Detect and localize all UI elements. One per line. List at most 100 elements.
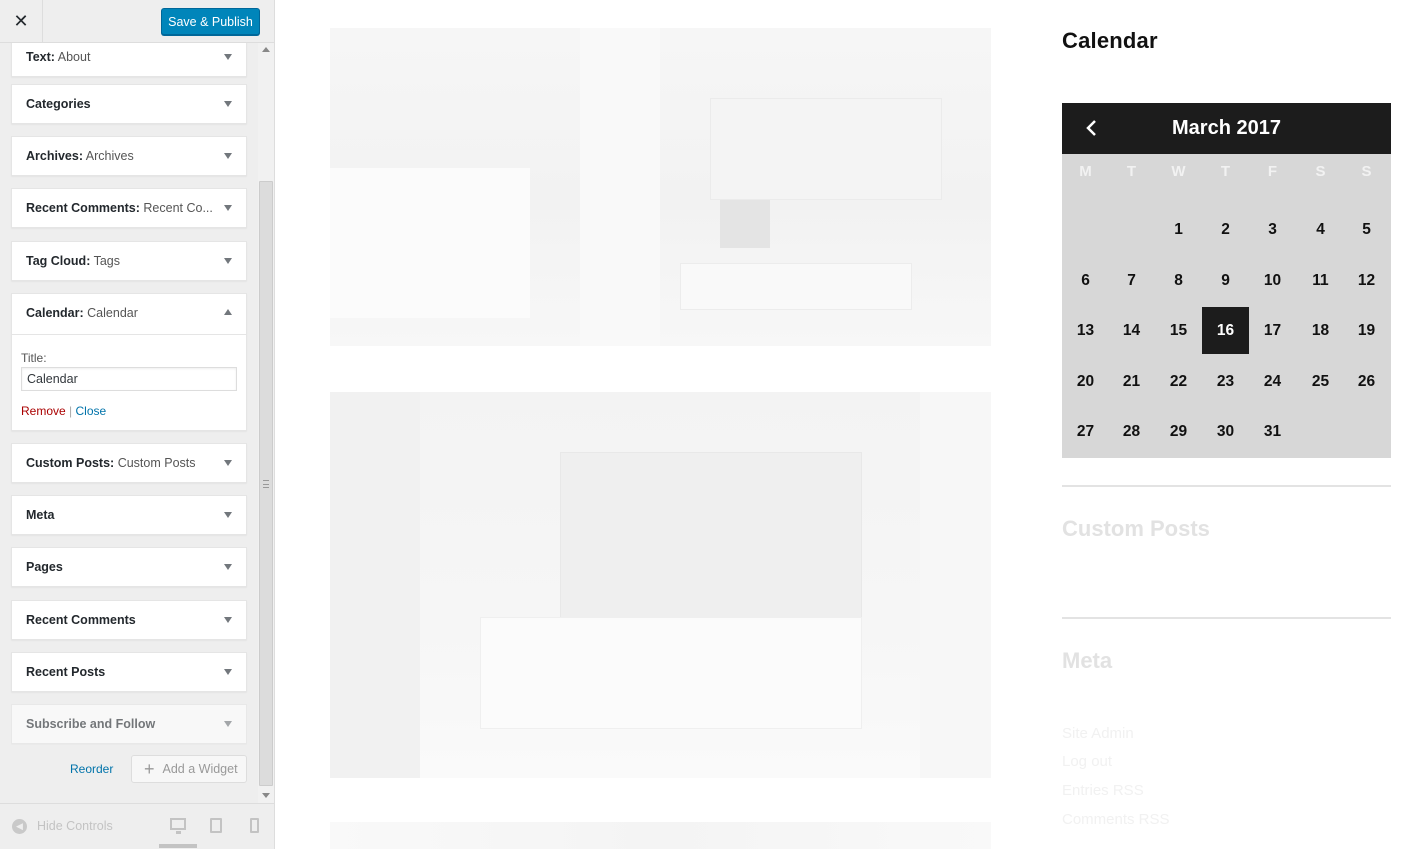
mobile-icon[interactable] — [250, 818, 259, 833]
widget-name: Subscribe and Follow — [26, 717, 156, 731]
chevron-down-icon[interactable] — [224, 101, 232, 107]
widget-title: Recent Comments — [26, 601, 136, 639]
calendar-day[interactable]: 28 — [1108, 408, 1155, 455]
calendar-day[interactable]: 7 — [1108, 257, 1155, 304]
calendar-day[interactable]: 15 — [1155, 307, 1202, 354]
desktop-icon[interactable] — [170, 818, 186, 834]
sofa-shape — [330, 168, 530, 318]
widget-subtitle: Custom Posts — [117, 456, 196, 470]
chevron-down-icon[interactable] — [224, 460, 232, 466]
chevron-down-icon[interactable] — [224, 205, 232, 211]
chevron-up-icon[interactable] — [224, 309, 232, 315]
cabinet-shape — [710, 98, 942, 200]
post-image-living-room[interactable] — [330, 28, 991, 346]
calendar-day[interactable]: 27 — [1062, 408, 1109, 455]
tablet-icon[interactable] — [210, 818, 222, 833]
calendar-day[interactable]: 3 — [1249, 206, 1296, 253]
calendar-day[interactable]: 10 — [1249, 257, 1296, 304]
remove-link[interactable]: Remove — [21, 404, 66, 418]
collapse-icon[interactable]: ◀ — [12, 819, 27, 834]
scroll-thumb[interactable] — [259, 181, 273, 786]
title-field[interactable] — [21, 367, 237, 391]
chevron-down-icon[interactable] — [224, 54, 232, 60]
widget-subscribe-follow[interactable]: Subscribe and Follow — [11, 704, 247, 744]
chevron-down-icon[interactable] — [224, 512, 232, 518]
meta-link-entries-rss[interactable]: Entries RSS — [1062, 782, 1144, 799]
close-icon[interactable]: ✕ — [0, 0, 43, 42]
close-link[interactable]: Close — [76, 404, 107, 418]
calendar-day[interactable]: 1 — [1155, 206, 1202, 253]
scroll-down-icon[interactable] — [262, 793, 270, 798]
widget-meta[interactable]: Meta — [11, 495, 247, 535]
chevron-down-icon[interactable] — [224, 153, 232, 159]
widget-pages[interactable]: Pages — [11, 547, 247, 587]
calendar-day[interactable]: 6 — [1062, 257, 1109, 304]
widget-title: Recent Posts — [26, 653, 105, 691]
widget-name: Archives — [26, 149, 79, 163]
chevron-down-icon[interactable] — [224, 721, 232, 727]
calendar-day[interactable]: 4 — [1297, 206, 1344, 253]
post-image-partial[interactable] — [330, 822, 991, 849]
calendar-day-today[interactable]: 16 — [1202, 307, 1249, 354]
widget-calendar-header[interactable]: Calendar: Calendar — [12, 294, 246, 335]
calendar-day[interactable]: 13 — [1062, 307, 1109, 354]
widget-list: Text: About Categories Archives: Archive… — [0, 43, 258, 803]
chevron-down-icon[interactable] — [224, 258, 232, 264]
calendar-day[interactable]: 23 — [1202, 358, 1249, 405]
hide-controls-button[interactable]: Hide Controls — [37, 819, 113, 833]
weekday-label: S — [1315, 163, 1326, 180]
widget-archives[interactable]: Archives: Archives — [11, 136, 247, 176]
calendar-day[interactable]: 19 — [1343, 307, 1390, 354]
calendar-day[interactable]: 29 — [1155, 408, 1202, 455]
calendar-day[interactable]: 18 — [1297, 307, 1344, 354]
calendar-day[interactable]: 11 — [1297, 257, 1344, 304]
calendar-day[interactable]: 31 — [1249, 408, 1296, 455]
widget-subtitle: Tags — [93, 254, 121, 268]
widget-recent-comments-1[interactable]: Recent Comments: Recent Co... — [11, 188, 247, 228]
grip-icon — [263, 480, 269, 488]
calendar-day[interactable]: 8 — [1155, 257, 1202, 304]
calendar-day[interactable]: 5 — [1343, 206, 1390, 253]
widget-subtitle: Archives — [85, 149, 134, 163]
save-publish-button[interactable]: Save & Publish — [161, 8, 260, 35]
chevron-down-icon[interactable] — [224, 617, 232, 623]
title-field-label: Title: — [21, 351, 47, 365]
calendar-day[interactable]: 26 — [1343, 358, 1390, 405]
calendar-day[interactable]: 30 — [1202, 408, 1249, 455]
chevron-left-icon[interactable] — [1082, 118, 1102, 138]
widget-title: Text: About — [26, 50, 91, 64]
widget-name: Calendar — [26, 306, 80, 320]
widget-text[interactable]: Text: About — [11, 43, 247, 77]
widget-title: Subscribe and Follow — [26, 705, 155, 743]
calendar-day[interactable]: 17 — [1249, 307, 1296, 354]
calendar-day[interactable]: 12 — [1343, 257, 1390, 304]
window-shape — [560, 452, 862, 624]
reorder-link[interactable]: Reorder — [70, 762, 113, 776]
post-image-lounge[interactable] — [330, 392, 991, 778]
widget-tag-cloud[interactable]: Tag Cloud: Tags — [11, 241, 247, 281]
scroll-up-icon[interactable] — [262, 47, 270, 52]
widget-categories[interactable]: Categories — [11, 84, 247, 124]
calendar-day[interactable]: 14 — [1108, 307, 1155, 354]
add-widget-button[interactable]: + Add a Widget — [131, 755, 247, 783]
widget-name: Recent Comments — [26, 613, 136, 627]
calendar-day[interactable]: 21 — [1108, 358, 1155, 405]
calendar-day[interactable]: 22 — [1155, 358, 1202, 405]
widget-recent-posts[interactable]: Recent Posts — [11, 652, 247, 692]
widget-recent-comments-2[interactable]: Recent Comments — [11, 600, 247, 640]
meta-link-site-admin[interactable]: Site Admin — [1062, 725, 1134, 742]
widget-title: Custom Posts: Custom Posts — [26, 456, 196, 470]
meta-link-log-out[interactable]: Log out — [1062, 753, 1112, 770]
calendar-day[interactable]: 25 — [1297, 358, 1344, 405]
weekday-label: T — [1126, 163, 1137, 180]
widget-custom-posts[interactable]: Custom Posts: Custom Posts — [11, 443, 247, 483]
calendar-day[interactable]: 20 — [1062, 358, 1109, 405]
sidebar-scrollbar[interactable] — [258, 43, 274, 803]
chevron-down-icon[interactable] — [224, 564, 232, 570]
calendar-day[interactable]: 9 — [1202, 257, 1249, 304]
chevron-down-icon[interactable] — [224, 669, 232, 675]
widget-actions: Remove | Close — [21, 404, 106, 418]
calendar-day[interactable]: 2 — [1202, 206, 1249, 253]
meta-link-comments-rss[interactable]: Comments RSS — [1062, 811, 1170, 828]
calendar-day[interactable]: 24 — [1249, 358, 1296, 405]
